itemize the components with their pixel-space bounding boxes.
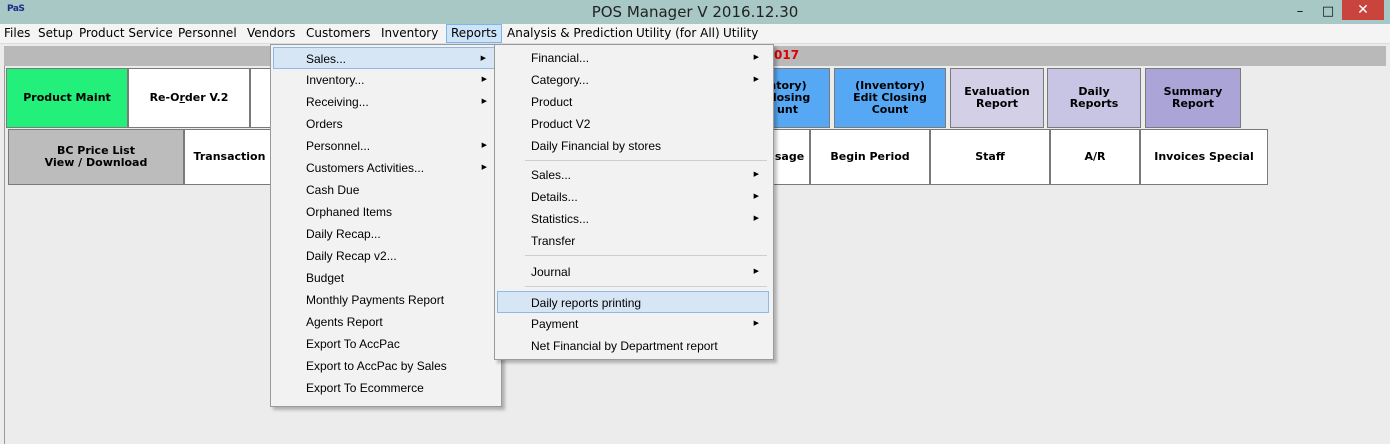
- transaction-label: Transaction: [193, 150, 266, 163]
- product-maint-label: Product Maint: [23, 91, 111, 104]
- menu-cash-due[interactable]: Cash Due: [273, 179, 497, 201]
- submenu-transfer[interactable]: Transfer: [497, 230, 769, 252]
- submenu-category[interactable]: Category... ▶: [497, 69, 769, 91]
- menu-budget[interactable]: Budget: [273, 267, 497, 289]
- menu-monthly-payments-report[interactable]: Monthly Payments Report: [273, 289, 497, 311]
- submenu-arrow-icon: ▶: [753, 54, 759, 61]
- menu-separator: [525, 160, 767, 161]
- inv-closing-line3: unt: [777, 103, 798, 116]
- staff-label: Staff: [975, 150, 1005, 163]
- summary-report-button[interactable]: Summary Report: [1145, 68, 1241, 128]
- menu-personnel[interactable]: Personnel: [174, 25, 241, 42]
- begin-period-button[interactable]: Begin Period: [810, 129, 930, 185]
- menu-inventory[interactable]: Inventory: [377, 25, 442, 42]
- menu-utility[interactable]: Utility: [719, 25, 762, 42]
- menu-customers-activities[interactable]: Customers Activities... ▶: [273, 157, 497, 179]
- submenu-daily-reports-printing[interactable]: Daily reports printing: [497, 291, 769, 313]
- inventory-edit-closing-count-button[interactable]: (Inventory) Edit Closing Count: [834, 68, 946, 128]
- submenu-payment[interactable]: Payment ▶: [497, 313, 769, 335]
- menu-setup[interactable]: Setup: [34, 25, 77, 42]
- menu-utility-all[interactable]: Utility (for All): [632, 25, 724, 42]
- transaction-button[interactable]: Transaction: [184, 129, 274, 185]
- invoices-special-label: Invoices Special: [1154, 150, 1254, 163]
- product-maint-button[interactable]: Product Maint: [6, 68, 128, 128]
- submenu-arrow-icon: ▶: [481, 164, 487, 171]
- menu-sales[interactable]: Sales... ▶: [273, 47, 497, 69]
- submenu-product-v2[interactable]: Product V2: [497, 113, 769, 135]
- inv-edit-line3: Count: [871, 103, 909, 116]
- bc-line2: View / Download: [44, 156, 148, 169]
- ar-button[interactable]: A/R: [1050, 129, 1140, 185]
- menu-orphaned-items[interactable]: Orphaned Items: [273, 201, 497, 223]
- window-title: POS Manager V 2016.12.30: [591, 3, 799, 21]
- menu-product-service[interactable]: Product Service: [75, 25, 177, 42]
- evaluation-report-button[interactable]: Evaluation Report: [950, 68, 1044, 128]
- menu-daily-recap-v2[interactable]: Daily Recap v2...: [273, 245, 497, 267]
- eval-line2: Report: [975, 97, 1019, 110]
- info-text: 017: [774, 48, 800, 62]
- reports-dropdown: Sales... ▶ Inventory... ▶ Receiving... ▶ Or…: [270, 44, 502, 407]
- invoices-special-button[interactable]: Invoices Special: [1140, 129, 1268, 185]
- sales-submenu: Financial... ▶ Category... ▶ Product Produ…: [494, 44, 774, 360]
- reorder-label: Re-Order V.2: [149, 91, 229, 104]
- close-button[interactable]: ✕: [1342, 0, 1384, 20]
- submenu-arrow-icon: ▶: [753, 193, 759, 200]
- menu-separator: [525, 255, 767, 256]
- menu-customers[interactable]: Customers: [302, 25, 375, 42]
- maximize-button[interactable]: □: [1315, 2, 1341, 22]
- menu-separator: [525, 286, 767, 287]
- submenu-journal[interactable]: Journal ▶: [497, 261, 769, 283]
- menu-inventory-report[interactable]: Inventory... ▶: [273, 69, 497, 91]
- staff-button[interactable]: Staff: [930, 129, 1050, 185]
- daily-line2: Reports: [1069, 97, 1119, 110]
- menu-export-accpac[interactable]: Export To AccPac: [273, 333, 497, 355]
- menu-vendors[interactable]: Vendors: [243, 25, 299, 42]
- begin-period-label: Begin Period: [830, 150, 910, 163]
- submenu-product[interactable]: Product: [497, 91, 769, 113]
- menu-orders[interactable]: Orders: [273, 113, 497, 135]
- menu-export-ecommerce[interactable]: Export To Ecommerce: [273, 377, 497, 399]
- menu-files[interactable]: Files: [0, 25, 34, 42]
- usage-button[interactable]: sage: [770, 129, 810, 185]
- menu-agents-report[interactable]: Agents Report: [273, 311, 497, 333]
- submenu-financial[interactable]: Financial... ▶: [497, 47, 769, 69]
- menu-daily-recap[interactable]: Daily Recap...: [273, 223, 497, 245]
- submenu-net-financial-by-department[interactable]: Net Financial by Department report: [497, 335, 769, 357]
- minimize-button[interactable]: –: [1287, 2, 1313, 22]
- submenu-arrow-icon: ▶: [481, 76, 487, 83]
- menu-bar: Files Setup Product Service Personnel Ve…: [0, 24, 1390, 44]
- menu-analysis-prediction[interactable]: Analysis & Prediction: [503, 25, 637, 42]
- menu-receiving[interactable]: Receiving... ▶: [273, 91, 497, 113]
- submenu-arrow-icon: ▶: [753, 215, 759, 222]
- submenu-arrow-icon: ▶: [753, 268, 759, 275]
- daily-reports-button[interactable]: Daily Reports: [1047, 68, 1141, 128]
- submenu-arrow-icon: ▶: [753, 171, 759, 178]
- submenu-sales[interactable]: Sales... ▶: [497, 164, 769, 186]
- submenu-arrow-icon: ▶: [753, 76, 759, 83]
- submenu-details[interactable]: Details... ▶: [497, 186, 769, 208]
- summary-line2: Report: [1171, 97, 1215, 110]
- ar-label: A/R: [1084, 150, 1106, 163]
- submenu-arrow-icon: ▶: [481, 98, 487, 105]
- title-bar: PaS POS Manager V 2016.12.30 – □ ✕: [0, 0, 1390, 24]
- submenu-daily-financial-by-stores[interactable]: Daily Financial by stores: [497, 135, 769, 157]
- reorder-v2-button[interactable]: Re-Order V.2: [128, 68, 250, 128]
- menu-export-accpac-by-sales[interactable]: Export to AccPac by Sales: [273, 355, 497, 377]
- submenu-arrow-icon: ▶: [481, 142, 487, 149]
- usage-label: sage: [774, 150, 805, 163]
- submenu-arrow-icon: ▶: [753, 320, 759, 327]
- menu-reports[interactable]: Reports: [446, 24, 503, 43]
- menu-personnel-report[interactable]: Personnel... ▶: [273, 135, 497, 157]
- submenu-statistics[interactable]: Statistics... ▶: [497, 208, 769, 230]
- submenu-arrow-icon: ▶: [480, 55, 486, 62]
- bc-price-list-button[interactable]: BC Price List View / Download: [8, 129, 184, 185]
